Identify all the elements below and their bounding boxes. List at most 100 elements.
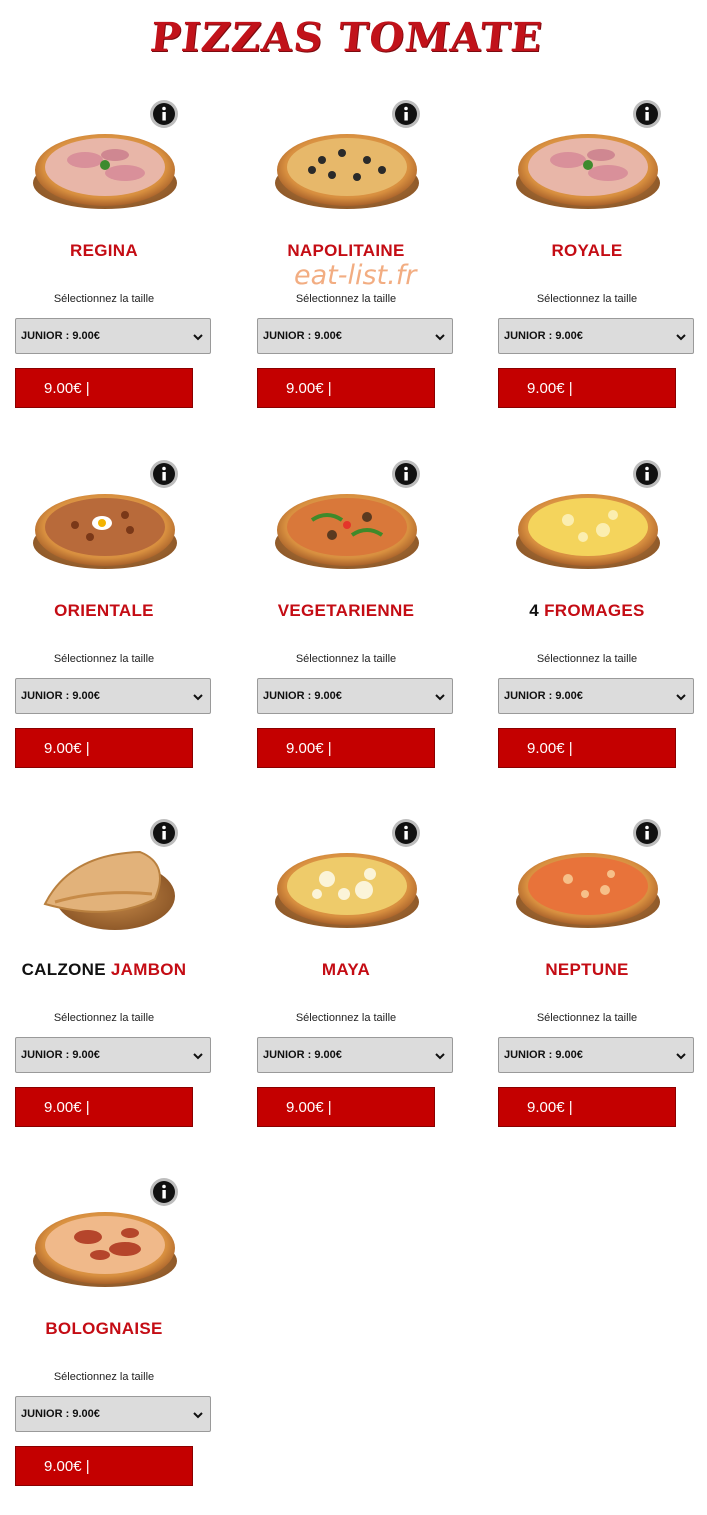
selected-size: JUNIOR : 9.00€ — [263, 1049, 342, 1061]
add-to-cart-button[interactable]: 9.00€ | — [257, 1087, 435, 1127]
info-icon[interactable] — [150, 1178, 178, 1206]
size-label: Sélectionnez la taille — [295, 293, 397, 305]
pizza-card-4-fromages: 4 FROMAGES Sélectionnez la taille JUNIOR… — [497, 457, 697, 797]
pizza-card-napolitaine: NAPOLITAINE Sélectionnez la taille JUNIO… — [256, 97, 456, 437]
chevron-down-icon — [435, 1053, 445, 1060]
add-to-cart-button[interactable]: 9.00€ | — [257, 728, 435, 768]
pizza-name: CALZONE JAMBON — [21, 960, 187, 979]
size-label: Sélectionnez la taille — [295, 653, 397, 665]
pizza-name: BOLOGNAISE — [45, 1319, 163, 1338]
size-select[interactable]: JUNIOR : 9.00€ — [498, 678, 694, 714]
pizza-image — [516, 494, 660, 569]
pizza-card-vegetarienne: VEGETARIENNE Sélectionnez la taille JUNI… — [256, 457, 456, 797]
size-select[interactable]: JUNIOR : 9.00€ — [15, 318, 211, 354]
size-label: Sélectionnez la taille — [53, 653, 155, 665]
size-select[interactable]: JUNIOR : 9.00€ — [257, 318, 453, 354]
info-icon[interactable] — [150, 100, 178, 128]
add-to-cart-button[interactable]: 9.00€ | — [498, 1087, 676, 1127]
info-icon[interactable] — [150, 819, 178, 847]
price-label: 9.00€ | — [44, 1099, 90, 1116]
add-to-cart-button[interactable]: 9.00€ | — [498, 728, 676, 768]
pizza-card-regina: REGINA Sélectionnez la taille JUNIOR : 9… — [14, 97, 214, 437]
chevron-down-icon — [193, 1053, 203, 1060]
selected-size: JUNIOR : 9.00€ — [21, 1408, 100, 1420]
pizza-name: ROYALE — [551, 241, 623, 260]
info-icon[interactable] — [633, 100, 661, 128]
pizza-image — [275, 494, 419, 569]
selected-size: JUNIOR : 9.00€ — [504, 690, 583, 702]
pizza-name: NAPOLITAINE — [287, 241, 405, 260]
pizza-image — [33, 134, 177, 209]
price-label: 9.00€ | — [527, 740, 573, 757]
pizza-card-orientale: ORIENTALE Sélectionnez la taille JUNIOR … — [14, 457, 214, 797]
info-icon[interactable] — [633, 819, 661, 847]
pizza-card-neptune: NEPTUNE Sélectionnez la taille JUNIOR : … — [497, 816, 697, 1156]
add-to-cart-button[interactable]: 9.00€ | — [15, 1446, 193, 1486]
add-to-cart-button[interactable]: 9.00€ | — [257, 368, 435, 408]
pizza-name: MAYA — [321, 960, 371, 979]
price-label: 9.00€ | — [44, 380, 90, 397]
chevron-down-icon — [676, 1053, 686, 1060]
selected-size: JUNIOR : 9.00€ — [21, 690, 100, 702]
size-label: Sélectionnez la taille — [53, 293, 155, 305]
info-icon[interactable] — [633, 460, 661, 488]
size-label: Sélectionnez la taille — [536, 293, 638, 305]
selected-size: JUNIOR : 9.00€ — [21, 1049, 100, 1061]
pizza-name: ORIENTALE — [54, 601, 154, 620]
size-label: Sélectionnez la taille — [536, 653, 638, 665]
pizza-name: NEPTUNE — [545, 960, 629, 979]
price-label: 9.00€ | — [44, 740, 90, 757]
size-label: Sélectionnez la taille — [53, 1012, 155, 1024]
chevron-down-icon — [435, 694, 445, 701]
size-select[interactable]: JUNIOR : 9.00€ — [15, 1396, 211, 1432]
chevron-down-icon — [676, 334, 686, 341]
price-label: 9.00€ | — [286, 1099, 332, 1116]
info-icon[interactable] — [150, 460, 178, 488]
price-label: 9.00€ | — [527, 1099, 573, 1116]
add-to-cart-button[interactable]: 9.00€ | — [15, 1087, 193, 1127]
size-select[interactable]: JUNIOR : 9.00€ — [15, 1037, 211, 1073]
size-select[interactable]: JUNIOR : 9.00€ — [498, 1037, 694, 1073]
price-label: 9.00€ | — [44, 1458, 90, 1475]
add-to-cart-button[interactable]: 9.00€ | — [15, 368, 193, 408]
chevron-down-icon — [676, 694, 686, 701]
pizza-image — [33, 494, 177, 569]
size-select[interactable]: JUNIOR : 9.00€ — [498, 318, 694, 354]
pizza-card-maya: MAYA Sélectionnez la taille JUNIOR : 9.0… — [256, 816, 456, 1156]
add-to-cart-button[interactable]: 9.00€ | — [15, 728, 193, 768]
size-select[interactable]: JUNIOR : 9.00€ — [257, 678, 453, 714]
pizza-image — [516, 134, 660, 209]
info-icon[interactable] — [392, 819, 420, 847]
selected-size: JUNIOR : 9.00€ — [504, 1049, 583, 1061]
selected-size: JUNIOR : 9.00€ — [263, 690, 342, 702]
pizza-name: REGINA — [70, 241, 138, 260]
pizza-image — [43, 850, 175, 930]
pizza-card-royale: ROYALE Sélectionnez la taille JUNIOR : 9… — [497, 97, 697, 437]
pizza-image — [275, 853, 419, 928]
pizza-card-calzone-jambon: CALZONE JAMBON Sélectionnez la taille JU… — [14, 816, 214, 1156]
pizza-image — [516, 853, 660, 928]
pizza-image — [33, 1212, 177, 1287]
pizza-name: VEGETARIENNE — [277, 601, 415, 620]
pizza-card-bolognaise: BOLOGNAISE Sélectionnez la taille JUNIOR… — [14, 1175, 214, 1515]
selected-size: JUNIOR : 9.00€ — [21, 330, 100, 342]
size-label: Sélectionnez la taille — [536, 1012, 638, 1024]
page-title: PIZZAS TOMATE — [148, 14, 545, 61]
chevron-down-icon — [193, 1412, 203, 1419]
price-label: 9.00€ | — [286, 380, 332, 397]
info-icon[interactable] — [392, 100, 420, 128]
selected-size: JUNIOR : 9.00€ — [263, 330, 342, 342]
add-to-cart-button[interactable]: 9.00€ | — [498, 368, 676, 408]
size-label: Sélectionnez la taille — [53, 1371, 155, 1383]
size-select[interactable]: JUNIOR : 9.00€ — [257, 1037, 453, 1073]
chevron-down-icon — [193, 694, 203, 701]
pizza-name: 4 FROMAGES — [529, 601, 645, 620]
info-icon[interactable] — [392, 460, 420, 488]
selected-size: JUNIOR : 9.00€ — [504, 330, 583, 342]
pizza-image — [275, 134, 419, 209]
size-select[interactable]: JUNIOR : 9.00€ — [15, 678, 211, 714]
chevron-down-icon — [193, 334, 203, 341]
price-label: 9.00€ | — [286, 740, 332, 757]
size-label: Sélectionnez la taille — [295, 1012, 397, 1024]
price-label: 9.00€ | — [527, 380, 573, 397]
